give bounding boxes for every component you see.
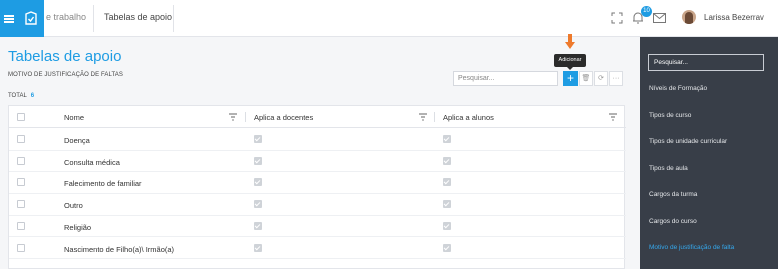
top-bar: e trabalho Tabelas de apoio 10 Larissa B… <box>0 0 778 37</box>
fullscreen-icon[interactable] <box>611 12 623 24</box>
right-sidebar: Pesquisar... Níveis de Formação Tipos de … <box>640 37 778 269</box>
docentes-checkbox <box>254 178 262 187</box>
breadcrumb-previous[interactable]: e trabalho <box>46 12 86 22</box>
cell-nome: Doença <box>64 136 90 145</box>
column-divider <box>434 112 435 122</box>
cell-nome: Religião <box>64 222 92 232</box>
cell-nome: Nascimento de Filho(a)\ Irmão(a) <box>64 244 175 254</box>
sidebar-item[interactable]: Motivo de justificação de falta <box>649 244 734 251</box>
cell-nome: Falecimento de familiar <box>64 179 142 189</box>
alunos-checkbox <box>443 243 451 252</box>
section-subtitle: MOTIVO DE JUSTIFICAÇÃO DE FALTAS <box>8 72 123 78</box>
sidebar-item[interactable]: Tipos de unidade curricular <box>649 138 727 145</box>
data-table: Nome Aplica a docentes Aplica a alunos D… <box>8 105 626 269</box>
avatar[interactable] <box>682 10 696 24</box>
search-input[interactable]: Pesquisar... <box>453 71 558 86</box>
chevron-down-icon[interactable]: ∨ <box>759 13 765 22</box>
row-checkbox[interactable] <box>17 200 25 209</box>
docentes-checkbox <box>254 221 262 230</box>
user-name[interactable]: Larissa Bezerra <box>704 13 760 22</box>
divider <box>173 5 174 32</box>
cell-nome: Consulta médica <box>64 157 120 167</box>
docentes-checkbox <box>254 156 262 165</box>
sidebar-search-input[interactable]: Pesquisar... <box>648 54 764 71</box>
refresh-icon[interactable]: ⟳ <box>594 71 608 86</box>
docentes-checkbox <box>254 243 262 252</box>
table-row[interactable]: Falecimento de familiar <box>9 172 626 194</box>
sidebar-item[interactable]: Tipos de curso <box>649 112 691 119</box>
menu-icon[interactable] <box>0 0 18 37</box>
table-row[interactable]: Consulta médica <box>9 151 626 173</box>
alunos-checkbox <box>443 221 451 230</box>
arrow-down-icon <box>565 34 575 49</box>
page-title: Tabelas de apoio <box>8 48 122 65</box>
alunos-checkbox <box>443 200 451 209</box>
column-header-alunos[interactable]: Aplica a alunos <box>443 113 494 122</box>
cell-nome: Outro <box>64 201 83 211</box>
total-value: 6 <box>30 93 35 99</box>
app-logo-icon[interactable] <box>18 0 44 37</box>
column-header-nome[interactable]: Nome <box>64 113 84 122</box>
mail-icon[interactable] <box>653 13 666 23</box>
alunos-checkbox <box>443 178 451 187</box>
row-checkbox[interactable] <box>17 178 25 187</box>
notification-badge: 10 <box>641 6 652 17</box>
row-checkbox[interactable] <box>17 135 25 143</box>
table-row[interactable]: Doença <box>9 129 626 151</box>
alunos-checkbox <box>443 135 451 143</box>
row-checkbox[interactable] <box>17 156 25 165</box>
sidebar-item[interactable]: Cargos da turma <box>649 191 697 198</box>
filter-icon[interactable] <box>229 113 237 121</box>
column-divider <box>245 112 246 122</box>
docentes-checkbox <box>254 200 262 209</box>
sidebar-item[interactable]: Tipos de aula <box>649 165 688 172</box>
sidebar-item[interactable]: Níveis de Formação <box>649 85 707 92</box>
table-header: Nome Aplica a docentes Aplica a alunos <box>9 106 626 128</box>
add-button[interactable]: + <box>563 71 578 86</box>
delete-icon[interactable]: 🗑 <box>579 71 593 86</box>
filter-icon[interactable] <box>609 113 617 121</box>
sidebar-item[interactable]: Cargos do curso <box>649 218 697 225</box>
divider <box>93 5 94 32</box>
table-row[interactable]: Nascimento de Filho(a)\ Irmão(a) <box>9 238 626 259</box>
total-label: TOTAL <box>8 93 27 99</box>
filter-icon[interactable] <box>419 113 427 121</box>
alunos-checkbox <box>443 156 451 165</box>
add-tooltip: Adicionar <box>554 54 586 70</box>
breadcrumb-current[interactable]: Tabelas de apoio <box>104 12 172 22</box>
table-row[interactable]: Outro <box>9 194 626 216</box>
docentes-checkbox <box>254 135 262 143</box>
row-checkbox[interactable] <box>17 221 25 230</box>
select-all-checkbox[interactable] <box>17 113 25 121</box>
column-header-docentes[interactable]: Aplica a docentes <box>254 113 313 122</box>
more-icon[interactable]: ··· <box>609 71 623 86</box>
row-checkbox[interactable] <box>17 243 25 252</box>
total-count: TOTAL 6 <box>8 93 34 99</box>
table-row[interactable]: Religião <box>9 216 626 238</box>
